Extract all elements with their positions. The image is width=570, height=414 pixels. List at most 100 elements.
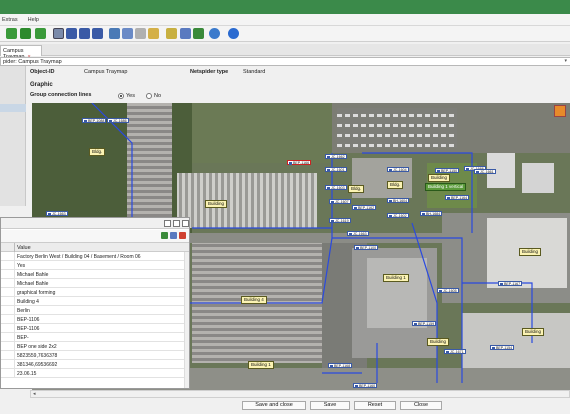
connector-tag[interactable]: BEP-1164	[445, 195, 470, 200]
export-icon[interactable]	[161, 232, 168, 239]
shield-check-icon[interactable]	[35, 28, 46, 39]
menu-item-extras[interactable]: Extras	[2, 17, 18, 23]
connector-tag[interactable]: JC-1619	[329, 218, 351, 223]
print-icon[interactable]	[109, 28, 120, 39]
building-label[interactable]: Building	[428, 174, 451, 182]
connector-tag[interactable]: BEP-1167	[498, 281, 523, 286]
table-row[interactable]: 23.06.15	[1, 369, 184, 378]
table-row[interactable]: graphical forming	[1, 288, 184, 297]
building-label[interactable]: Building 1	[383, 274, 409, 282]
connector-tag[interactable]: BEP-1159	[412, 321, 437, 326]
minimize-icon[interactable]	[164, 220, 171, 227]
menu-item-help[interactable]: Help	[28, 17, 39, 23]
connector-tag[interactable]: BEP-1162	[352, 205, 377, 210]
connector-tag[interactable]: BH-1684	[420, 211, 443, 216]
connector-tag[interactable]: JC-1662	[325, 154, 347, 159]
table-row[interactable]: 381346,69536692	[1, 360, 184, 369]
monitor-icon[interactable]	[122, 28, 133, 39]
connector-tag[interactable]: BEP-1100	[354, 245, 379, 250]
globe-icon[interactable]	[6, 28, 17, 39]
connector-tag[interactable]: BEP-1154	[490, 345, 515, 350]
link-icon[interactable]	[135, 28, 146, 39]
table-row[interactable]: BEP-	[1, 333, 184, 342]
connector-tag[interactable]: JC-1663	[347, 231, 369, 236]
document-icon[interactable]	[180, 28, 191, 39]
table-row[interactable]: Factory Berlin West / Building 04 / Base…	[1, 252, 184, 261]
close-button[interactable]: Close	[400, 401, 442, 410]
table-row[interactable]: Michael Bahle	[1, 270, 184, 279]
connector-tag[interactable]: JC-1686	[107, 118, 129, 123]
tab-strip	[0, 44, 570, 56]
close-icon[interactable]	[182, 220, 189, 227]
group-connection-label: Group connection lines	[30, 92, 92, 98]
brush-icon[interactable]	[166, 28, 177, 39]
grid-icon[interactable]	[170, 232, 177, 239]
radio-yes-label: Yes	[126, 93, 135, 99]
connector-tag[interactable]: JC-1671	[444, 349, 466, 354]
connector-tag[interactable]: JC-1604	[387, 167, 409, 172]
building-label[interactable]: Building 1	[248, 361, 274, 369]
chevron-down-icon[interactable]: ▾	[564, 58, 567, 64]
tab-campus-traymap[interactable]: Campus Traymap×	[0, 45, 42, 60]
table-row[interactable]: BEP one side 2x2	[1, 342, 184, 351]
table-row[interactable]: Berlin	[1, 306, 184, 315]
connector-tag[interactable]: JC-1663	[46, 211, 68, 216]
object-header: Object-ID Campus Traymap Netspider type …	[28, 67, 570, 78]
column-header-value[interactable]: Value	[17, 245, 31, 251]
connector-tag[interactable]: JC-1661	[474, 169, 496, 174]
select-icon[interactable]	[53, 28, 64, 39]
breadcrumb[interactable]: pider: Campus Traymap ▾	[0, 57, 570, 66]
sidebar-selected-item[interactable]	[0, 104, 26, 112]
network-icon[interactable]	[66, 28, 77, 39]
menu-bar: Extras Help	[0, 14, 570, 26]
table-row[interactable]: BEP-1106	[1, 324, 184, 333]
building-label[interactable]: Bldg.	[89, 148, 106, 156]
panel-scrollbar[interactable]	[184, 252, 189, 388]
connector-tag[interactable]: BEP-1168	[328, 363, 353, 368]
panel-titlebar	[1, 218, 189, 229]
help-icon[interactable]	[228, 28, 239, 39]
maximize-icon[interactable]	[173, 220, 180, 227]
save-button[interactable]: Save	[310, 401, 350, 410]
map-settings-icon[interactable]	[554, 105, 566, 117]
building-label[interactable]: Bldg.	[348, 185, 365, 193]
connector-tag[interactable]: BEP-1150	[435, 168, 460, 173]
chevron-left-icon[interactable]: ◂	[33, 391, 36, 397]
building-label[interactable]: Building 1 vertical	[425, 183, 467, 191]
building-label[interactable]: Building	[519, 248, 542, 256]
shield-icon[interactable]	[20, 28, 31, 39]
table-row[interactable]: BEP-1106	[1, 315, 184, 324]
title-bar	[0, 0, 570, 14]
building-label[interactable]: Building	[205, 200, 228, 208]
table-row[interactable]: Building 4	[1, 297, 184, 306]
table-row[interactable]: Michael Bahle	[1, 279, 184, 288]
connector-tag[interactable]: BEP-1166	[287, 160, 312, 165]
building-label[interactable]: Building	[427, 338, 450, 346]
reset-button[interactable]: Reset	[354, 401, 396, 410]
connector-tag[interactable]: BEP-1088	[82, 118, 107, 123]
radio-no[interactable]	[146, 93, 152, 99]
netspider-type-value: Standard	[243, 69, 266, 75]
horizontal-scrollbar[interactable]: ◂	[30, 390, 570, 398]
building-label[interactable]: Building	[522, 328, 545, 336]
split-icon[interactable]	[92, 28, 103, 39]
layers-icon[interactable]	[193, 28, 204, 39]
save-and-close-button[interactable]: Save and close	[242, 401, 306, 410]
building-label[interactable]: Building 4	[241, 296, 267, 304]
building-label[interactable]: Bldg.	[387, 181, 404, 189]
radio-no-label: No	[154, 93, 162, 99]
table-row[interactable]: Yes	[1, 261, 184, 270]
connector-tag[interactable]: BEP-1160	[353, 383, 378, 388]
key-icon[interactable]	[148, 28, 159, 39]
pdf-icon[interactable]	[179, 232, 186, 239]
connector-tag[interactable]: BH-1604	[387, 198, 410, 203]
refresh-icon[interactable]	[209, 28, 220, 39]
connector-tag[interactable]: JC-1603	[325, 185, 347, 190]
connector-tag[interactable]: JC-1601	[325, 167, 347, 172]
radio-yes[interactable]	[118, 93, 124, 99]
connector-tag[interactable]: JC-1602	[387, 213, 409, 218]
connector-tag[interactable]: JC-1605	[437, 288, 459, 293]
connector-tag[interactable]: JC-1607	[329, 199, 351, 204]
connect-icon[interactable]	[79, 28, 90, 39]
table-row[interactable]: 5823559,7636378	[1, 351, 184, 360]
